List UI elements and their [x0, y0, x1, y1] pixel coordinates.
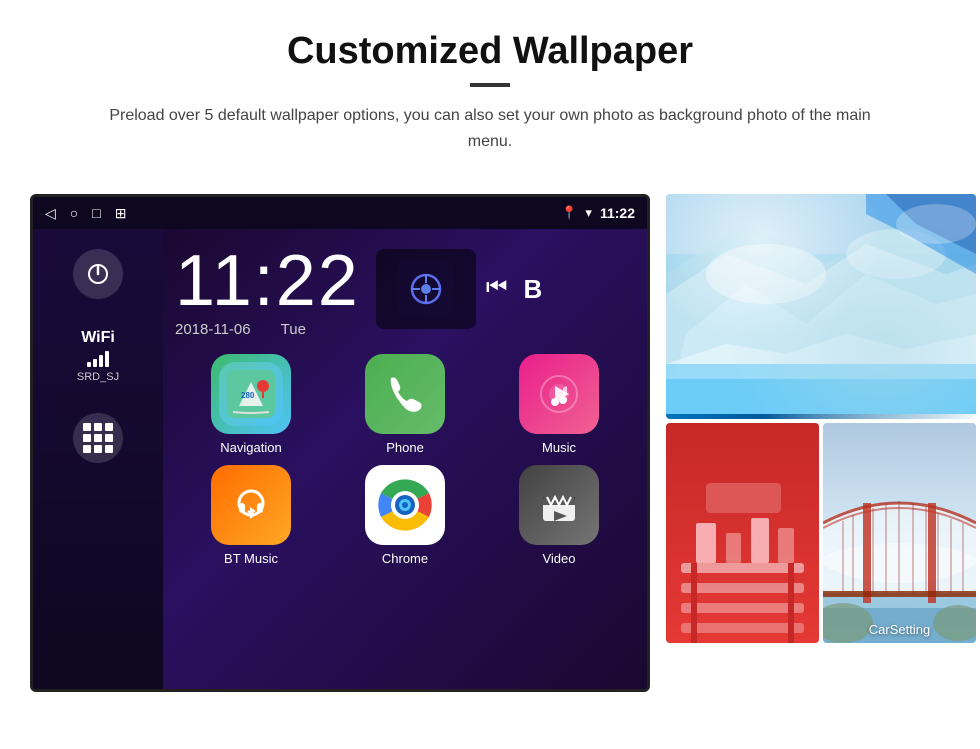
page-header: Customized Wallpaper Preload over 5 defa…: [0, 0, 980, 174]
center-area: 11:22 2018-11-06 Tue: [163, 229, 647, 689]
wifi-bar-1: [87, 362, 91, 367]
navigation-label: Navigation: [220, 440, 281, 455]
screen-body: WiFi SRD_SJ: [33, 229, 647, 689]
bt-music-label: BT Music: [224, 551, 278, 566]
app-navigation[interactable]: 280 Navigation: [179, 354, 323, 455]
home-icon[interactable]: ○: [70, 205, 78, 221]
left-sidebar: WiFi SRD_SJ: [33, 229, 163, 689]
app-chrome[interactable]: Chrome: [333, 465, 477, 566]
grid-dot: [94, 445, 102, 453]
wallpaper-tile-bridge[interactable]: CarSetting: [823, 423, 976, 643]
wifi-bar-3: [99, 355, 103, 367]
wifi-bar-4: [105, 351, 109, 367]
clock-time: 11:22: [175, 245, 360, 317]
app-grid: 280 Navigation: [163, 338, 647, 582]
grid-icon: [83, 423, 113, 453]
android-screen: ◁ ○ □ ⊞ 📍 ▾ 11:22: [30, 194, 650, 692]
apps-button[interactable]: [73, 413, 123, 463]
wifi-label: WiFi: [77, 329, 119, 347]
recent-icon[interactable]: □: [92, 205, 100, 221]
status-bar-right: 📍 ▾ 11:22: [561, 205, 635, 221]
status-bar-nav: ◁ ○ □ ⊞: [45, 205, 126, 222]
video-icon: [519, 465, 599, 545]
track-label: B: [523, 274, 542, 305]
video-label: Video: [542, 551, 575, 566]
grid-dot: [83, 434, 91, 442]
content-area: ◁ ○ □ ⊞ 📍 ▾ 11:22: [0, 174, 980, 712]
bt-music-icon: [211, 465, 291, 545]
wallpaper-tile-ice[interactable]: [666, 194, 976, 419]
page-description: Preload over 5 default wallpaper options…: [100, 103, 880, 154]
wallpaper-bottom-row: CarSetting: [666, 423, 976, 643]
app-music[interactable]: Music: [487, 354, 631, 455]
signal-widget[interactable]: [376, 249, 476, 329]
screenshot-icon[interactable]: ⊞: [115, 205, 127, 222]
wifi-ssid: SRD_SJ: [77, 371, 119, 383]
chrome-label: Chrome: [382, 551, 428, 566]
status-time: 11:22: [600, 205, 635, 221]
skip-back-icon[interactable]: ⏮: [486, 274, 508, 305]
music-icon: [519, 354, 599, 434]
clock-date-value: 2018-11-06: [175, 321, 251, 338]
chrome-icon: [365, 465, 445, 545]
app-video[interactable]: Video: [487, 465, 631, 566]
location-icon: 📍: [561, 205, 577, 221]
carsetting-label[interactable]: CarSetting: [823, 622, 976, 637]
grid-dot: [94, 434, 102, 442]
header-divider: [470, 83, 510, 87]
clock-date: 2018-11-06 Tue: [175, 321, 360, 338]
phone-icon: [365, 354, 445, 434]
app-bt-music[interactable]: BT Music: [179, 465, 323, 566]
grid-dot: [83, 423, 91, 431]
status-bar: ◁ ○ □ ⊞ 📍 ▾ 11:22: [33, 197, 647, 229]
wifi-icon: ▾: [585, 205, 592, 221]
power-button[interactable]: [73, 249, 123, 299]
grid-dot: [83, 445, 91, 453]
media-tiles: CarSetting: [666, 194, 976, 643]
grid-dot: [105, 445, 113, 453]
wifi-bar-2: [93, 359, 97, 367]
page-title: Customized Wallpaper: [80, 30, 900, 73]
wifi-signal-bars: [77, 351, 119, 367]
wallpaper-tile-red[interactable]: [666, 423, 819, 643]
svg-text:280: 280: [241, 391, 255, 400]
grid-dot: [105, 423, 113, 431]
grid-dot: [94, 423, 102, 431]
phone-label: Phone: [386, 440, 424, 455]
media-controls: ⏮ B: [486, 274, 542, 305]
clock-area: 11:22 2018-11-06 Tue: [175, 245, 360, 338]
clock-day: Tue: [281, 321, 306, 338]
wifi-block: WiFi SRD_SJ: [77, 329, 119, 383]
navigation-icon: 280: [211, 354, 291, 434]
back-icon[interactable]: ◁: [45, 205, 56, 222]
music-label: Music: [542, 440, 576, 455]
app-phone[interactable]: Phone: [333, 354, 477, 455]
grid-dot: [105, 434, 113, 442]
